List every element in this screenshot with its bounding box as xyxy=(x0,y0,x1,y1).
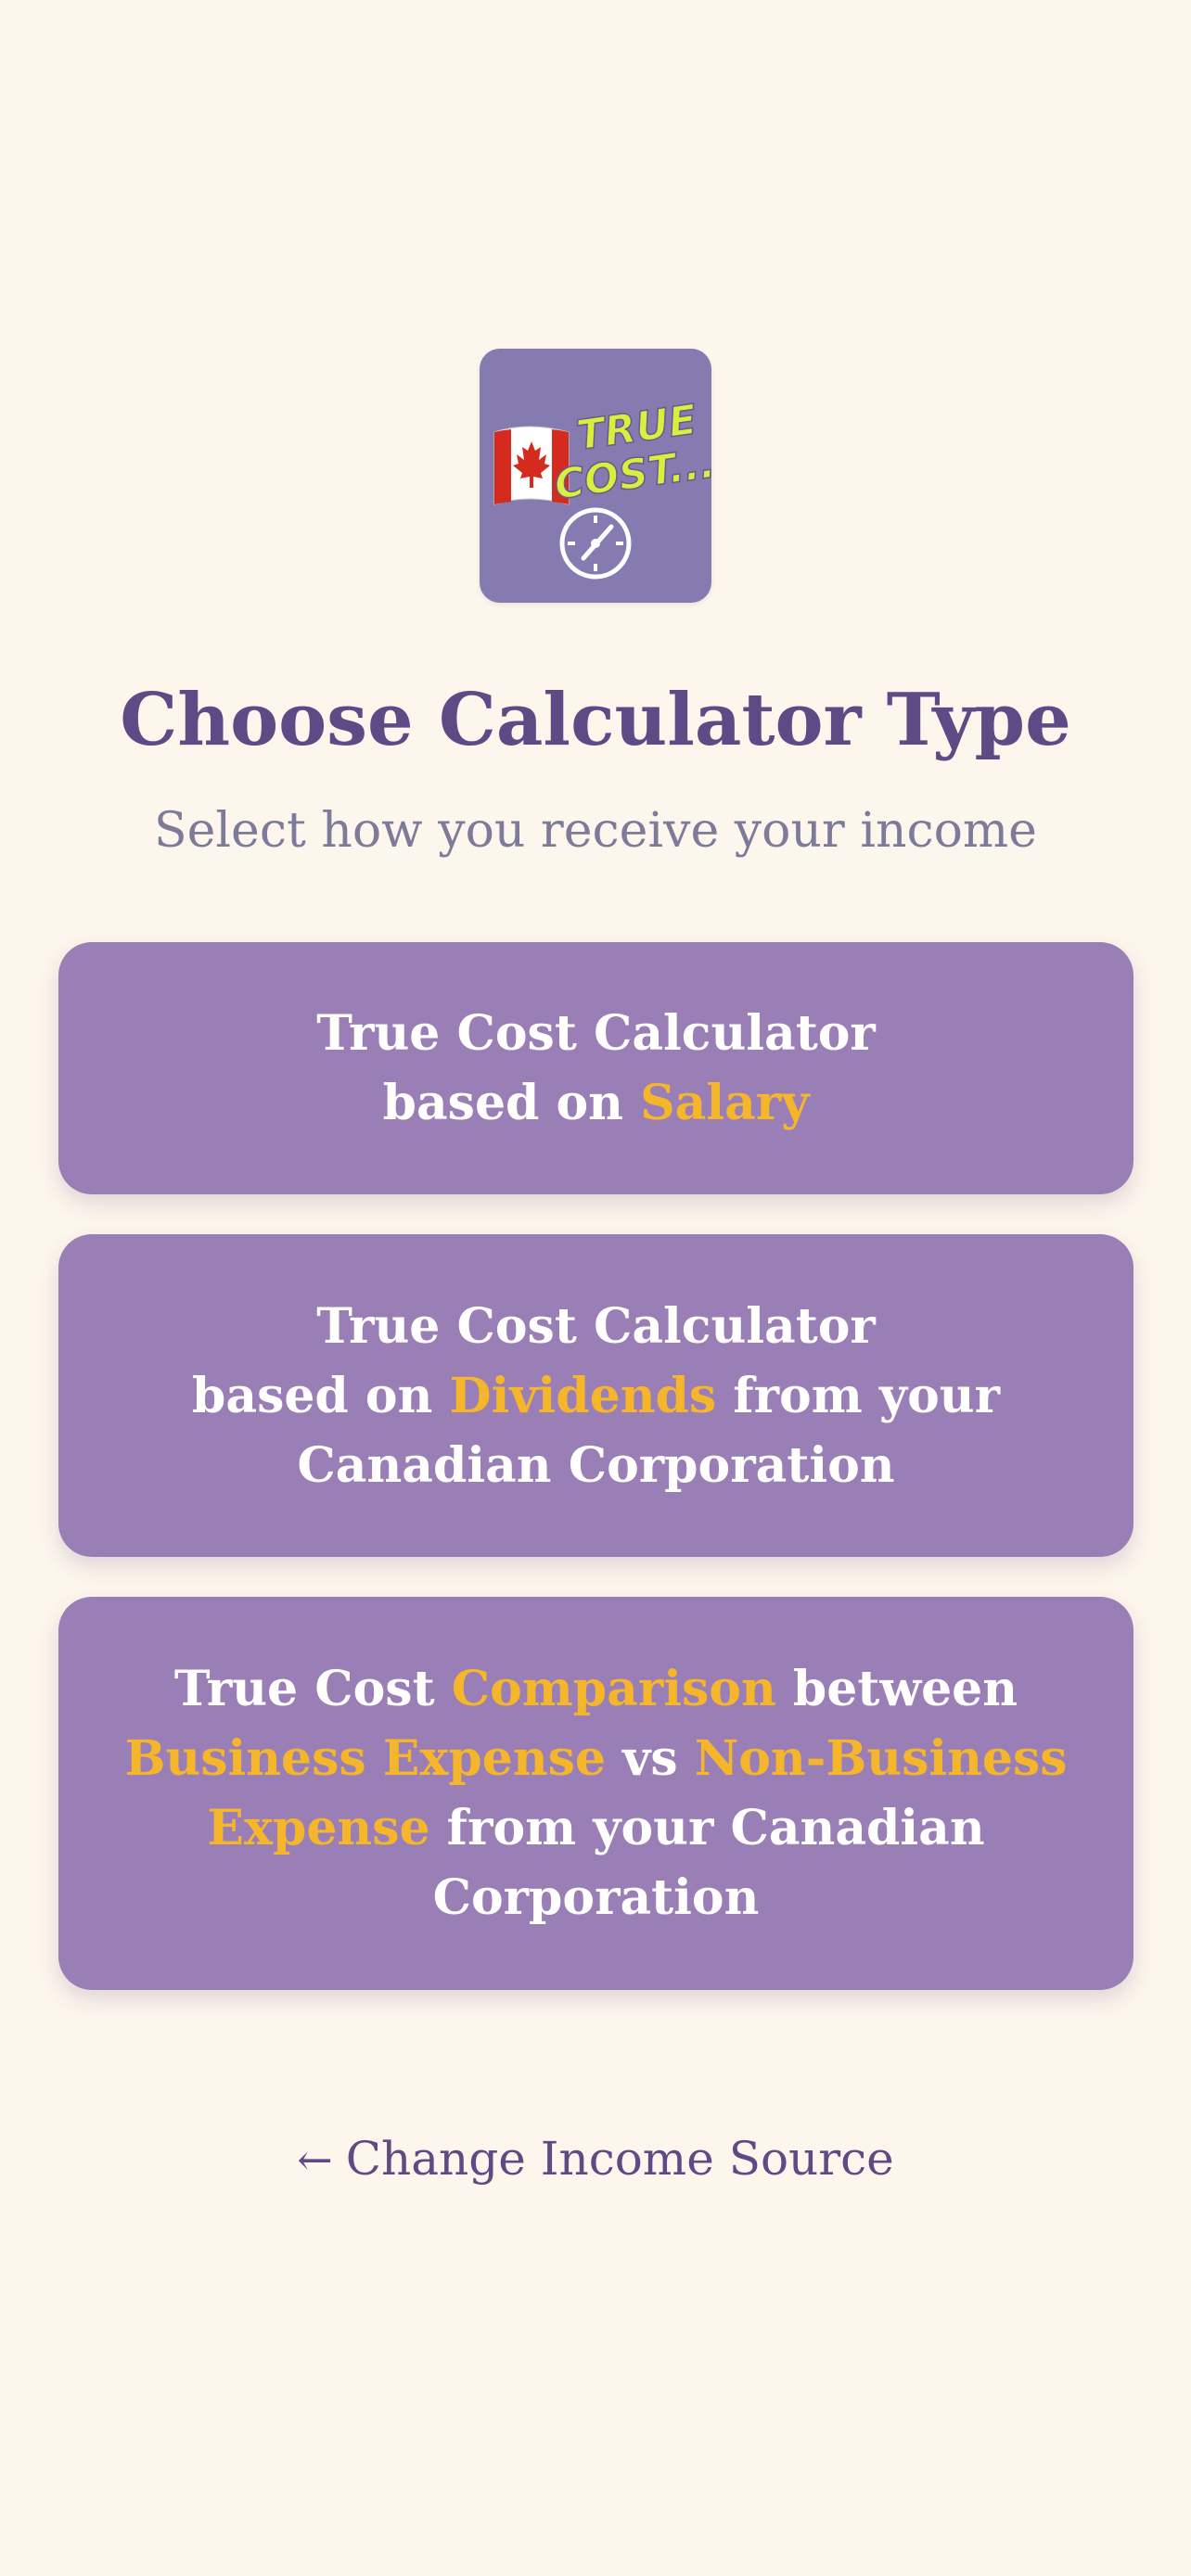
dividends-calculator-button[interactable]: True Cost Calculator based on Dividends f… xyxy=(58,1234,1133,1557)
change-income-source-link[interactable]: ← Change Income Source xyxy=(0,2123,1191,2195)
page-subtitle: Select how you receive your income xyxy=(154,803,1037,859)
option-text: between xyxy=(775,1661,1018,1717)
option-highlight-text: Non-Business xyxy=(694,1730,1068,1787)
option-text: from your xyxy=(716,1367,1000,1424)
page-title: Choose Calculator Type xyxy=(120,678,1071,762)
expense-comparison-button[interactable]: True Cost Comparison between Business Exp… xyxy=(58,1597,1133,1990)
option-text: vs xyxy=(606,1730,695,1787)
option-text: True Cost Calculator xyxy=(316,1005,876,1062)
option-text: from your Canadian xyxy=(429,1800,985,1856)
salary-calculator-button[interactable]: True Cost Calculator based on Salary xyxy=(58,942,1133,1194)
option-highlight-text: Salary xyxy=(640,1075,810,1131)
option-highlight-text: Expense xyxy=(207,1800,430,1856)
option-text: based on xyxy=(192,1367,450,1424)
back-link-label: Change Income Source xyxy=(345,2132,894,2186)
option-highlight-text: Business Expense xyxy=(124,1730,607,1787)
speedometer-icon xyxy=(559,507,632,580)
option-text: True Cost xyxy=(173,1661,452,1717)
option-highlight-text: Comparison xyxy=(451,1661,776,1717)
option-text: Corporation xyxy=(432,1869,760,1926)
option-label: True Cost Calculator based on Salary xyxy=(114,999,1078,1138)
option-label: True Cost Calculator based on Dividends f… xyxy=(114,1292,1078,1500)
option-text: based on xyxy=(382,1075,641,1131)
left-arrow-icon: ← xyxy=(297,2135,333,2185)
app-logo: TRUE COST... xyxy=(480,349,711,603)
svg-text:COST...: COST... xyxy=(552,440,711,509)
option-label: True Cost Comparison between Business Exp… xyxy=(114,1654,1078,1932)
option-text: Canadian Corporation xyxy=(297,1436,895,1494)
logo-wordmark: TRUE COST... xyxy=(551,396,711,510)
option-text: True Cost Calculator xyxy=(316,1297,876,1355)
option-highlight-text: Dividends xyxy=(449,1367,717,1424)
